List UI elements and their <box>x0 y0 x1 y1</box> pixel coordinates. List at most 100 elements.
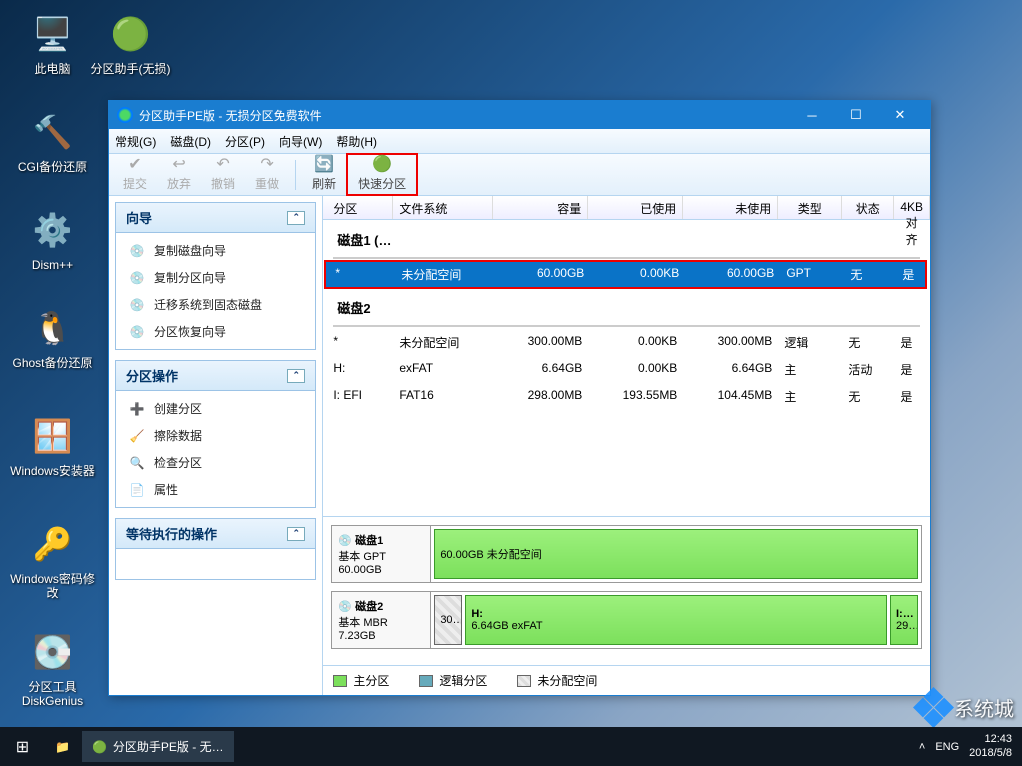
menu-item[interactable]: 磁盘(D) <box>170 133 211 150</box>
toolbar-button-重做: ↷重做 <box>245 155 289 194</box>
system-tray[interactable]: ˄ ENG 12:43 2018/5/8 <box>909 733 1022 759</box>
collapse-icon[interactable]: ⌃ <box>287 369 305 383</box>
desktop-icon[interactable]: 🔑Windows密码修改 <box>10 520 95 601</box>
disk-map[interactable]: 💿 磁盘1基本 GPT60.00GB60.00GB 未分配空间 <box>331 525 922 583</box>
column-header[interactable]: 未使用 <box>683 196 778 219</box>
legend-swatch <box>333 675 347 687</box>
toolbar-button-提交: ✔提交 <box>113 155 157 194</box>
tray-lang[interactable]: ENG <box>935 741 959 753</box>
collapse-icon[interactable]: ⌃ <box>287 211 305 225</box>
tray-clock[interactable]: 12:43 2018/5/8 <box>969 733 1012 759</box>
cell: 193.55MB <box>588 386 683 407</box>
close-button[interactable]: ✕ <box>878 101 922 129</box>
item-icon: 💿 <box>128 270 146 286</box>
start-button[interactable]: ⊞ <box>0 727 45 766</box>
sidebar-item[interactable]: 🔍检查分区 <box>116 449 315 476</box>
menu-item[interactable]: 帮助(H) <box>336 133 377 150</box>
taskbar-app-label: 分区助手PE版 - 无… <box>113 738 224 755</box>
disk-bar[interactable]: I:…29… <box>890 595 918 645</box>
watermark: 系统城 <box>919 693 1014 722</box>
disk-bar[interactable]: H:6.64GB exFAT <box>465 595 887 645</box>
sidebar-item[interactable]: 💿迁移系统到固态磁盘 <box>116 291 315 318</box>
toolbar-label: 重做 <box>255 175 279 192</box>
panel-header[interactable]: 向导⌃ <box>116 203 315 233</box>
desktop-icon[interactable]: 🖥️此电脑 <box>10 10 95 76</box>
sidebar-item[interactable]: 💿复制磁盘向导 <box>116 237 315 264</box>
cell: 6.64GB <box>683 359 778 380</box>
cell: 0.00KB <box>588 359 683 380</box>
item-icon: 🔍 <box>128 455 146 471</box>
cell: 无 <box>842 386 894 407</box>
column-header[interactable]: 类型 <box>778 196 842 219</box>
taskbar: ⊞ 📁 🟢 分区助手PE版 - 无… ˄ ENG 12:43 2018/5/8 <box>0 727 1022 766</box>
desktop-icon[interactable]: 🐧Ghost备份还原 <box>10 304 95 370</box>
menu-item[interactable]: 常规(G) <box>115 133 156 150</box>
legend-item: 主分区 <box>333 672 389 689</box>
panel-title: 等待执行的操作 <box>126 524 217 543</box>
partition-assistant-window: 分区助手PE版 - 无损分区免费软件 ─ ☐ ✕ 常规(G) 磁盘(D) 分区(P)… <box>108 100 931 696</box>
panel-header[interactable]: 分区操作⌃ <box>116 361 315 391</box>
icon-label: CGI备份还原 <box>10 160 95 174</box>
cell: 是 <box>894 359 930 380</box>
disk-group-label[interactable]: 磁盘1 (… <box>323 220 930 255</box>
icon-label: 分区助手(无损) <box>88 62 173 76</box>
column-header[interactable]: 文件系统 <box>393 196 493 219</box>
sidebar-panel: 分区操作⌃ ➕创建分区🧹擦除数据🔍检查分区📄属性 <box>115 360 316 508</box>
toolbar: ✔提交↩放弃↶撤销↷重做🔄刷新🟢快速分区 <box>109 154 930 196</box>
disk-map[interactable]: 💿 磁盘2基本 MBR7.23GB30…H:6.64GB exFATI:…29… <box>331 591 922 649</box>
disk-bar[interactable]: 30… <box>434 595 462 645</box>
item-icon: 💿 <box>128 243 146 259</box>
column-header[interactable]: 分区 <box>323 196 393 219</box>
menu-item[interactable]: 分区(P) <box>225 133 265 150</box>
menu-item[interactable]: 向导(W) <box>279 133 322 150</box>
desktop-icon[interactable]: 🔨CGI备份还原 <box>10 108 95 174</box>
partition-table: 磁盘1 (… *未分配空间60.00GB0.00KB60.00GBGPT无是磁盘2… <box>323 220 930 516</box>
desktop-icon[interactable]: 💽分区工具DiskGenius <box>10 628 95 709</box>
icon-glyph: 🐧 <box>29 304 77 352</box>
toolbar-icon: 🔄 <box>314 157 334 175</box>
icon-glyph: 🖥️ <box>29 10 77 58</box>
icon-glyph: ⚙️ <box>29 206 77 254</box>
sidebar-item[interactable]: 💿复制分区向导 <box>116 264 315 291</box>
disk-bar[interactable]: 60.00GB 未分配空间 <box>434 529 918 579</box>
column-header[interactable]: 状态 <box>842 196 894 219</box>
minimize-button[interactable]: ─ <box>790 101 834 129</box>
sidebar-item[interactable]: 🧹擦除数据 <box>116 422 315 449</box>
desktop-icon[interactable]: 🪟Windows安装器 <box>10 412 95 478</box>
disk-group-label[interactable]: 磁盘2 <box>323 288 930 323</box>
toolbar-button-撤销: ↶撤销 <box>201 155 245 194</box>
panel-header[interactable]: 等待执行的操作 ⌃ <box>116 519 315 549</box>
table-row[interactable]: I: EFIFAT16298.00MB193.55MB104.45MB主无是 <box>323 383 930 410</box>
tray-up-icon[interactable]: ˄ <box>919 741 925 753</box>
disk-map-info: 💿 磁盘1基本 GPT60.00GB <box>332 526 431 582</box>
legend-item: 未分配空间 <box>517 672 597 689</box>
icon-glyph: 🪟 <box>29 412 77 460</box>
table-row[interactable]: H:exFAT6.64GB0.00KB6.64GB主活动是 <box>323 356 930 383</box>
icon-glyph: 🟢 <box>107 10 155 58</box>
sidebar-item[interactable]: ➕创建分区 <box>116 395 315 422</box>
cell: GPT <box>780 264 844 285</box>
toolbar-button-刷新[interactable]: 🔄刷新 <box>302 155 346 194</box>
table-row[interactable]: *未分配空间60.00GB0.00KB60.00GBGPT无是 <box>325 261 926 288</box>
cell: 6.64GB <box>493 359 588 380</box>
item-label: 擦除数据 <box>154 427 202 444</box>
collapse-icon[interactable]: ⌃ <box>287 527 305 541</box>
toolbar-separator <box>295 160 296 190</box>
column-header[interactable]: 4KB对齐 <box>894 196 930 219</box>
column-header[interactable]: 容量 <box>493 196 588 219</box>
desktop-icon[interactable]: ⚙️Dism++ <box>10 206 95 272</box>
cell: * <box>325 264 395 285</box>
table-row[interactable]: *未分配空间300.00MB0.00KB300.00MB逻辑无是 <box>323 329 930 356</box>
taskbar-file-explorer[interactable]: 📁 <box>47 731 78 762</box>
sidebar-item[interactable]: 📄属性 <box>116 476 315 503</box>
taskbar-app-item[interactable]: 🟢 分区助手PE版 - 无… <box>82 731 234 762</box>
toolbar-button-快速分区[interactable]: 🟢快速分区 <box>348 155 416 194</box>
titlebar[interactable]: 分区助手PE版 - 无损分区免费软件 ─ ☐ ✕ <box>109 101 930 129</box>
sidebar-item[interactable]: 💿分区恢复向导 <box>116 318 315 345</box>
maximize-button[interactable]: ☐ <box>834 101 878 129</box>
cell: 300.00MB <box>493 332 588 353</box>
column-header[interactable]: 已使用 <box>588 196 683 219</box>
desktop-icon[interactable]: 🟢 分区助手(无损) <box>88 10 173 76</box>
cell: 298.00MB <box>493 386 588 407</box>
disk-maps: 💿 磁盘1基本 GPT60.00GB60.00GB 未分配空间 💿 磁盘2基本 M… <box>323 516 930 665</box>
